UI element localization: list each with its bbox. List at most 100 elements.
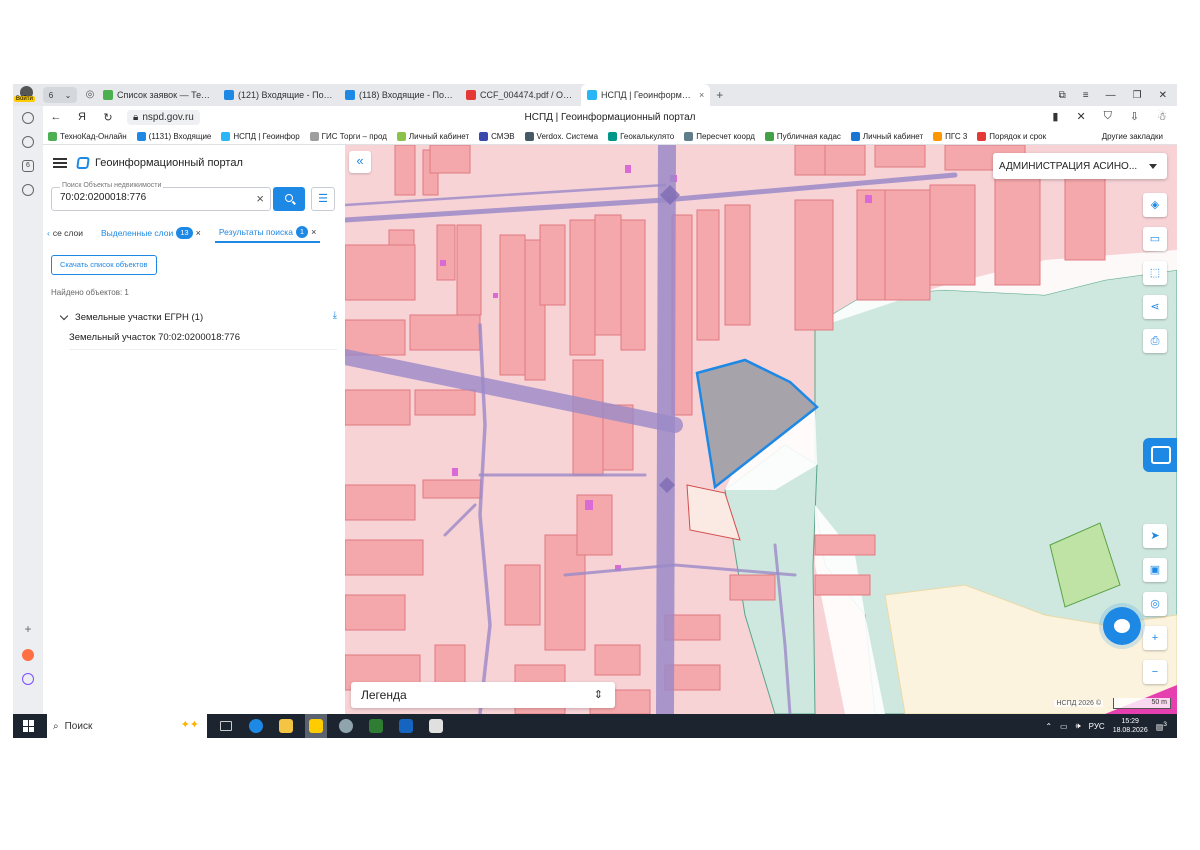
notifications-icon[interactable]: ▤3	[1156, 721, 1167, 732]
menu-icon[interactable]: ≡	[1083, 90, 1089, 101]
tab-selected-layers[interactable]: Выделенные слои 13 ×	[97, 223, 205, 243]
close-window-icon[interactable]: ✕	[1159, 90, 1167, 101]
window-controls: ⧉ ≡ — ❐ ✕	[1059, 84, 1177, 106]
new-tab-button[interactable]: +	[716, 88, 723, 102]
bookmark-item[interactable]: НСПД | Геоинфор	[216, 131, 304, 141]
tab-search-results[interactable]: Результаты поиска 1 ×	[214, 223, 321, 243]
network-icon[interactable]: ▭	[1060, 722, 1068, 731]
other-bookmarks[interactable]: Другие закладки	[1102, 132, 1163, 141]
close-icon[interactable]: ×	[311, 227, 316, 237]
restore-icon[interactable]: ❐	[1133, 90, 1142, 101]
downloads-icon[interactable]: ⇩	[1130, 110, 1139, 123]
browser-tab[interactable]: Список заявок — ТехноК	[97, 84, 218, 106]
login-button[interactable]: Войти	[13, 84, 39, 106]
taskbar-app[interactable]	[275, 714, 297, 738]
minimap-button[interactable]: ▣	[1143, 558, 1167, 582]
share-button[interactable]: ⋖	[1143, 295, 1167, 319]
search-label: Поиск Объекты недвижимости	[60, 182, 164, 189]
back-icon[interactable]: ←	[43, 111, 69, 123]
select-area-button[interactable]: ⬚	[1143, 261, 1167, 285]
app-title: Геоинформационный портал	[95, 157, 243, 169]
taskbar-search[interactable]: ⌕ Поиск ✦✦	[47, 714, 207, 738]
bookmark-item[interactable]: Порядок и срок	[972, 131, 1051, 141]
add-icon[interactable]: +	[22, 623, 34, 637]
collapse-panel-button[interactable]: «	[349, 151, 371, 173]
taskbar-app[interactable]	[365, 714, 387, 738]
taskbar-app[interactable]	[395, 714, 417, 738]
bookmark-item[interactable]: ГИС Торги – прод	[305, 131, 392, 141]
clear-icon[interactable]: ×	[256, 191, 264, 206]
alice-icon[interactable]	[22, 673, 34, 685]
bookmark-item[interactable]: Публичная кадас	[760, 131, 846, 141]
settings-icon[interactable]	[22, 184, 34, 196]
tab-layers[interactable]: ‹ се слои	[43, 223, 87, 243]
close-icon[interactable]: ×	[196, 228, 201, 238]
start-icon[interactable]	[23, 720, 35, 732]
reload-icon[interactable]: ↻	[95, 111, 121, 124]
measure-button[interactable]: ▭	[1143, 227, 1167, 251]
download-icon[interactable]: ⤓	[333, 310, 337, 321]
legend-panel[interactable]: Легенда ⇕	[351, 682, 615, 708]
app-icon[interactable]	[22, 649, 34, 661]
browser-tab[interactable]: (118) Входящие - Почта М	[339, 84, 460, 106]
print-button[interactable]: ⎙	[1143, 329, 1167, 353]
browser-tab[interactable]: (121) Входящие - Почта М	[218, 84, 339, 106]
taskbar-app[interactable]	[425, 714, 447, 738]
bookmark-label: ТехноКад-Онлайн	[60, 131, 127, 141]
download-list-button[interactable]: Скачать список объектов	[51, 255, 157, 275]
history-icon[interactable]	[22, 112, 34, 124]
bookmark-item[interactable]: Личный кабинет	[392, 131, 474, 141]
tab-count-button[interactable]: 6 ⌄	[43, 87, 77, 103]
bookmark-label: (1131) Входящие	[148, 131, 212, 141]
zoom-out-button[interactable]: −	[1143, 660, 1167, 684]
locate-button[interactable]: ➤	[1143, 524, 1167, 548]
search-button[interactable]	[273, 187, 305, 211]
bookmark-item[interactable]: СМЭВ	[474, 131, 519, 141]
bookmark-item[interactable]: Пересчет коорд	[679, 131, 760, 141]
bookmark-item[interactable]: Геокалькулято	[603, 131, 679, 141]
feedback-tab[interactable]	[1143, 438, 1177, 472]
notification-icon[interactable]: ☃	[1157, 110, 1167, 123]
clock[interactable]: 15:29 18.08.2026	[1113, 717, 1148, 735]
tabs-overview-icon[interactable]: ◎	[83, 88, 97, 102]
extension-icon[interactable]: ✕	[1076, 110, 1085, 123]
browser-tab-active[interactable]: НСПД | Геоинформацио ×	[581, 84, 711, 106]
taskbar-app-active[interactable]	[305, 714, 327, 738]
bookmark-item[interactable]: ТехноКад-Онлайн	[43, 131, 132, 141]
shield-icon[interactable]: ⛉	[1104, 110, 1112, 123]
task-view-button[interactable]	[215, 714, 237, 738]
bookmark-icon[interactable]: ▮	[1052, 110, 1058, 123]
taskbar-app[interactable]	[335, 714, 357, 738]
search-input[interactable]	[60, 192, 250, 203]
zoom-in-button[interactable]: +	[1143, 626, 1167, 650]
organization-select[interactable]: АДМИНИСТРАЦИЯ АСИНО...	[993, 153, 1167, 179]
chat-button[interactable]	[1103, 607, 1141, 645]
browser-tab[interactable]: CCF_004474.pdf / Облако	[460, 84, 581, 106]
menu-icon[interactable]	[53, 158, 67, 168]
bookmark-item[interactable]: Verdox. Система	[520, 131, 604, 141]
bookmark-label: Личный кабинет	[408, 131, 470, 141]
close-tab-icon[interactable]: ×	[699, 90, 704, 100]
volume-icon[interactable]: 🕪︎	[1076, 721, 1081, 731]
yandex-icon[interactable]: Я	[69, 111, 95, 123]
collections-icon[interactable]: ⧉	[1059, 90, 1066, 101]
play-icon[interactable]	[22, 136, 34, 148]
search-field[interactable]: Поиск Объекты недвижимости ×	[51, 182, 271, 211]
geolocation-button[interactable]: ◎	[1143, 592, 1167, 616]
language-indicator[interactable]: РУС	[1089, 722, 1105, 731]
address-bar-actions: ▮ ✕ ⛉ ⇩ ☃	[1052, 110, 1167, 123]
map-canvas[interactable]: « АДМИНИСТРАЦИЯ АСИНО... ◈ ▭ ⬚ ⋖ ⎙ ➤ ▣ ◎…	[345, 145, 1177, 714]
filter-button[interactable]: ☰	[311, 187, 335, 211]
chevron-up-icon[interactable]: ⌃	[1045, 722, 1052, 731]
layers-button[interactable]: ◈	[1143, 193, 1167, 217]
url-field[interactable]: 🔒︎ nspd.gov.ru	[127, 109, 200, 125]
taskbar-app[interactable]	[245, 714, 267, 738]
bookmark-item[interactable]: Личный кабинет	[846, 131, 928, 141]
system-tray: ⌃ ▭ 🕪︎ РУС 15:29 18.08.2026 ▤3	[1045, 714, 1167, 738]
minimize-icon[interactable]: —	[1106, 90, 1116, 101]
result-group[interactable]: Земельные участки ЕГРН (1) ⤓	[59, 308, 337, 326]
tabs-icon[interactable]: 6	[22, 160, 34, 172]
bookmark-item[interactable]: (1131) Входящие	[132, 131, 217, 141]
result-item[interactable]: Земельный участок 70:02:0200018:776	[69, 332, 337, 350]
bookmark-item[interactable]: ПГС 3	[928, 131, 972, 141]
